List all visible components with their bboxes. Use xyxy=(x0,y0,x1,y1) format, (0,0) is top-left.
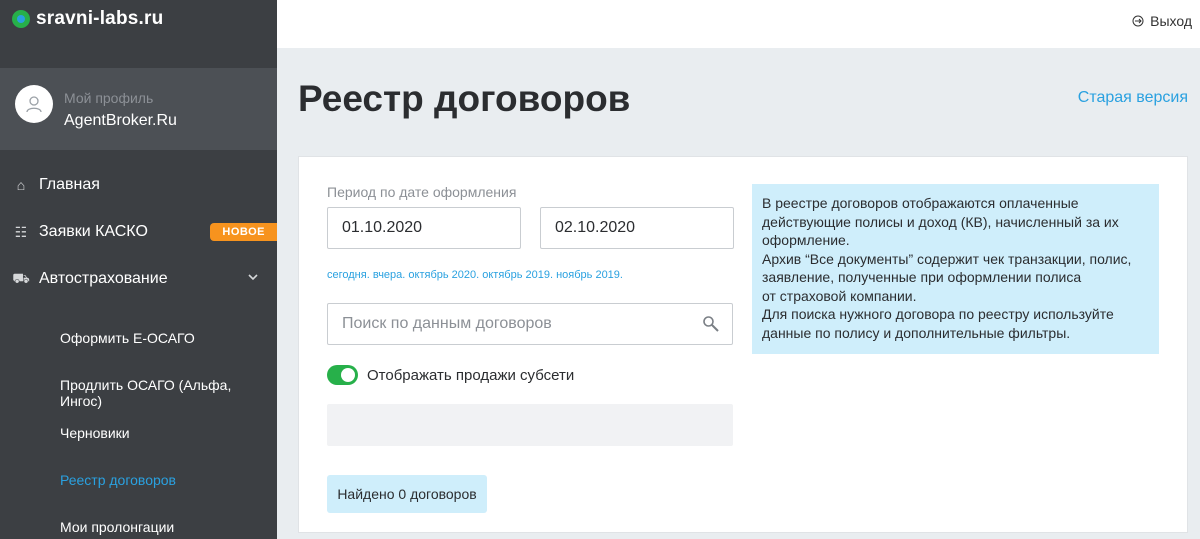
quick-link-oct-2020[interactable]: октябрь 2020. xyxy=(408,269,479,281)
sidebar-subitem-eosago[interactable]: Оформить Е-ОСАГО xyxy=(60,330,195,346)
found-count-text: Найдено 0 договоров xyxy=(337,486,477,502)
brand[interactable]: sravni-labs.ru xyxy=(12,8,163,30)
car-icon: ⛟ xyxy=(12,269,30,286)
logout-icon xyxy=(1132,15,1144,27)
old-version-link[interactable]: Старая версия xyxy=(1078,89,1188,107)
page-title: Реестр договоров xyxy=(298,78,631,119)
quick-link-today[interactable]: сегодня. xyxy=(327,269,370,281)
period-label: Период по дате оформления xyxy=(327,184,517,200)
sidebar-item-auto[interactable]: ⛟ Автострахование xyxy=(0,263,277,295)
info-line: заявление, полученные при оформлении пол… xyxy=(762,269,1082,285)
info-line: действующие полисы и доход (КВ), начисле… xyxy=(762,213,1119,230)
subnet-sales-toggle[interactable] xyxy=(327,365,358,385)
sidebar-item-home[interactable]: ⌂ Главная xyxy=(0,169,277,201)
info-line: Архив “Все документы” содержит чек транз… xyxy=(762,250,1132,267)
sidebar-subitem-prolong-osago[interactable]: Продлить ОСАГО (Альфа, Ингос) xyxy=(60,377,277,409)
info-box: В реестре договоров отображаются оплачен… xyxy=(752,184,1159,354)
avatar xyxy=(15,85,53,123)
found-count-badge: Найдено 0 договоров xyxy=(327,475,487,513)
profile-block[interactable]: Мой профиль AgentBroker.Ru xyxy=(0,68,277,150)
info-line: от страховой компании. xyxy=(762,287,917,304)
search-box xyxy=(327,303,733,345)
logout-button[interactable]: Выход xyxy=(1132,13,1192,29)
quick-link-yesterday[interactable]: вчера. xyxy=(373,269,406,281)
quick-period-links: сегодня. вчера. октябрь 2020. октябрь 20… xyxy=(327,269,623,281)
profile-caption: Мой профиль xyxy=(64,90,154,106)
logout-label: Выход xyxy=(1150,13,1192,29)
sidebar-item-label: Главная xyxy=(39,176,100,193)
filter-placeholder-bar xyxy=(327,404,733,446)
date-to-field[interactable] xyxy=(540,207,734,249)
search-icon[interactable] xyxy=(702,315,720,338)
chevron-down-icon xyxy=(247,271,259,286)
user-icon xyxy=(26,96,42,113)
subnet-sales-toggle-label: Отображать продажи субсети xyxy=(367,367,575,384)
info-line: оформление. xyxy=(762,232,850,248)
search-input[interactable] xyxy=(342,304,682,344)
brand-logo-icon xyxy=(12,10,30,28)
home-icon: ⌂ xyxy=(16,177,26,193)
new-badge: НОВОЕ xyxy=(210,223,277,241)
sidebar: sravni-labs.ru Мой профиль AgentBroker.R… xyxy=(0,0,277,539)
sidebar-subitem-my-prolongations[interactable]: Мои пролонгации xyxy=(60,519,174,535)
users-icon: ☷ xyxy=(14,223,28,240)
sidebar-subitem-drafts[interactable]: Черновики xyxy=(60,425,130,441)
sidebar-item-label: Автострахование xyxy=(39,270,168,287)
info-line: Для поиска нужного договора по реестру и… xyxy=(762,306,1114,322)
topbar: Выход xyxy=(277,0,1200,48)
profile-name: AgentBroker.Ru xyxy=(64,112,177,129)
quick-link-oct-2019[interactable]: октябрь 2019. xyxy=(482,269,553,281)
info-line: В реестре договоров отображаются оплачен… xyxy=(762,195,1079,211)
info-line: данные по полису и дополнительные фильтр… xyxy=(762,324,1071,341)
brand-name: sravni-labs.ru xyxy=(36,8,164,29)
quick-link-nov-2019[interactable]: ноябрь 2019. xyxy=(556,269,623,281)
sidebar-item-kasko[interactable]: ☷ Заявки КАСКО НОВОЕ xyxy=(0,216,277,248)
sidebar-subitem-registry[interactable]: Реестр договоров xyxy=(60,472,176,488)
sidebar-item-label: Заявки КАСКО xyxy=(39,223,148,240)
date-from-field[interactable] xyxy=(327,207,521,249)
